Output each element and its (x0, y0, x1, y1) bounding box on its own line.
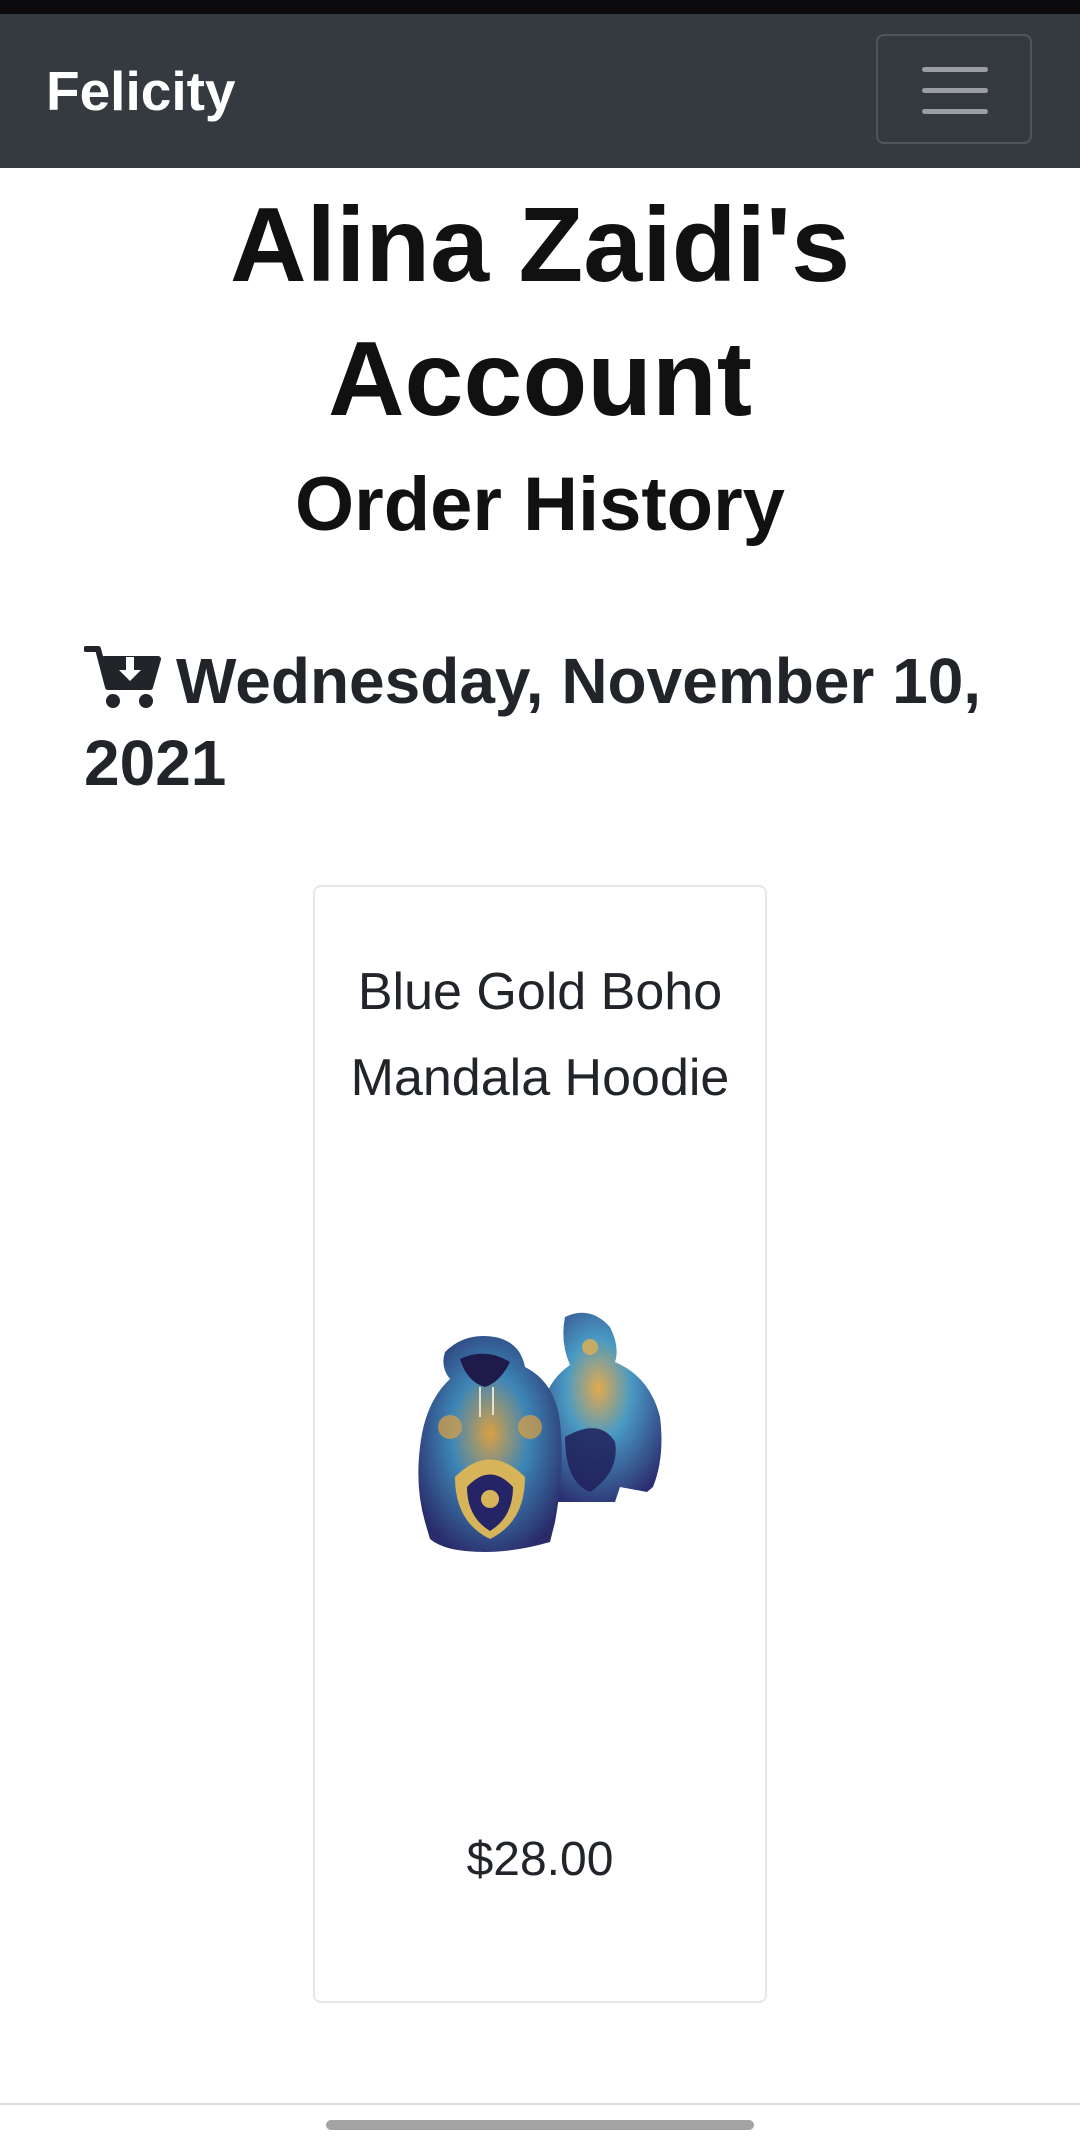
bottom-divider (0, 2103, 1080, 2105)
order-date-heading: Wednesday, November 10, 2021 (84, 640, 1024, 804)
cart-download-icon (84, 643, 162, 711)
product-price: $28.00 (466, 1833, 614, 1886)
order-date: Wednesday, November 10, 2021 (84, 645, 982, 799)
page-subtitle: Order History (295, 462, 785, 547)
home-indicator[interactable] (326, 2120, 754, 2130)
product-image[interactable] (415, 1307, 665, 1567)
brand-logo-link[interactable]: Felicity (46, 60, 236, 122)
page-title: Alina Zaidi's Account (229, 186, 851, 438)
product-card[interactable]: Blue Gold Boho Mandala Hoodie $28.00 (313, 885, 767, 2003)
navbar: Felicity (0, 14, 1080, 168)
navbar-toggler-button[interactable] (876, 34, 1032, 144)
status-bar (0, 0, 1080, 14)
product-name[interactable]: Blue Gold Boho Mandala Hoodie (315, 949, 765, 1121)
